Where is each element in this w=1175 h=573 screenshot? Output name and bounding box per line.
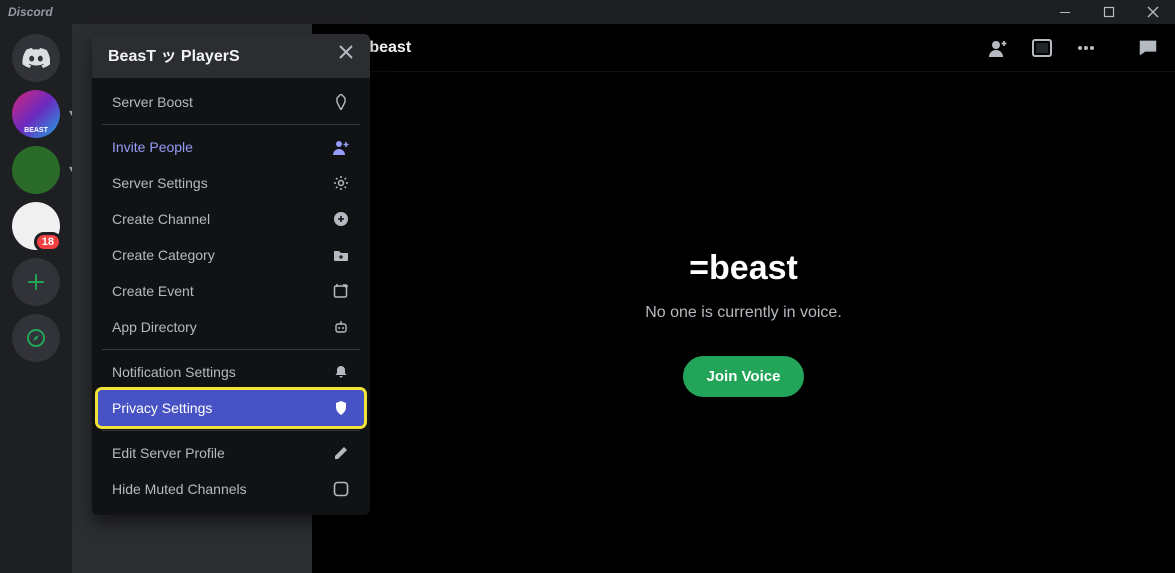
menu-label: Invite People <box>112 139 193 155</box>
gear-icon <box>332 174 350 192</box>
server-dropdown-menu: BeasT ッ PlayerS Server Boost Invite Peop… <box>92 34 370 515</box>
menu-label: Edit Server Profile <box>112 445 225 461</box>
close-icon <box>338 44 354 60</box>
server-bolt-icon[interactable]: 18 <box>12 202 60 250</box>
join-voice-button[interactable]: Join Voice <box>683 356 805 397</box>
robot-icon <box>332 318 350 336</box>
calendar-plus-icon <box>332 282 350 300</box>
discord-logo-icon <box>22 48 50 68</box>
add-server-button[interactable] <box>12 258 60 306</box>
menu-label: Hide Muted Channels <box>112 481 247 497</box>
voice-channel-status: No one is currently in voice. <box>645 304 842 322</box>
compass-icon <box>26 328 46 348</box>
server-item[interactable]: BEAST ▾ <box>12 90 60 138</box>
voice-channel-body: =beast No one is currently in voice. Joi… <box>312 72 1175 573</box>
pencil-icon <box>332 444 350 462</box>
channel-header: =beast <box>312 24 1175 72</box>
server-item[interactable]: 18 <box>12 202 60 250</box>
shield-icon <box>332 399 350 417</box>
menu-hide-muted-channels[interactable]: Hide Muted Channels <box>98 471 364 507</box>
menu-create-event[interactable]: Create Event <box>98 273 364 309</box>
menu-label: App Directory <box>112 319 197 335</box>
main-content: =beast =beast No one is currently in voi… <box>312 24 1175 573</box>
add-friends-button[interactable] <box>987 37 1009 59</box>
menu-create-channel[interactable]: Create Channel <box>98 201 364 237</box>
bell-icon <box>332 363 350 381</box>
plus-icon <box>26 272 46 292</box>
plus-circle-icon <box>332 210 350 228</box>
menu-privacy-settings[interactable]: Privacy Settings <box>98 390 364 426</box>
home-button[interactable] <box>12 34 60 82</box>
menu-label: Create Category <box>112 247 215 263</box>
menu-server-boost[interactable]: Server Boost <box>98 84 364 120</box>
titlebar: Discord <box>0 0 1175 24</box>
menu-app-directory[interactable]: App Directory <box>98 309 364 345</box>
voice-channel-title: =beast <box>689 249 798 288</box>
menu-label: Notification Settings <box>112 364 236 380</box>
menu-invite-people[interactable]: Invite People <box>98 129 364 165</box>
maximize-button[interactable] <box>1095 1 1123 23</box>
close-dropdown-button[interactable] <box>338 43 354 66</box>
menu-label: Privacy Settings <box>112 400 212 416</box>
server-list: BEAST ▾ ▾ 18 <box>0 24 72 573</box>
add-user-icon <box>332 138 350 156</box>
menu-edit-server-profile[interactable]: Edit Server Profile <box>98 435 364 471</box>
menu-create-category[interactable]: Create Category <box>98 237 364 273</box>
inbox-button[interactable] <box>1031 37 1053 59</box>
divider <box>102 430 360 431</box>
server-name: BeasT ッ PlayerS <box>108 42 240 66</box>
app-name: Discord <box>8 5 53 19</box>
dropdown-header: BeasT ッ PlayerS <box>92 34 370 78</box>
channel-panel: BeasT ッ PlayerS Server Boost Invite Peop… <box>72 24 312 573</box>
checkbox-icon <box>332 480 350 498</box>
window-controls <box>1051 1 1167 23</box>
server-beast-icon[interactable]: BEAST <box>12 90 60 138</box>
folder-plus-icon <box>332 246 350 264</box>
menu-notification-settings[interactable]: Notification Settings <box>98 354 364 390</box>
chat-button[interactable] <box>1137 37 1159 59</box>
divider <box>102 124 360 125</box>
server-item[interactable]: ▾ <box>12 146 60 194</box>
menu-label: Create Channel <box>112 211 210 227</box>
menu-label: Server Boost <box>112 94 193 110</box>
more-button[interactable] <box>1075 37 1097 59</box>
menu-server-settings[interactable]: Server Settings <box>98 165 364 201</box>
menu-label: Server Settings <box>112 175 208 191</box>
minimize-button[interactable] <box>1051 1 1079 23</box>
server-pepe-icon[interactable] <box>12 146 60 194</box>
mention-badge: 18 <box>34 232 62 252</box>
menu-label: Create Event <box>112 283 194 299</box>
explore-servers-button[interactable] <box>12 314 60 362</box>
divider <box>102 349 360 350</box>
boost-icon <box>332 93 350 111</box>
close-window-button[interactable] <box>1139 1 1167 23</box>
